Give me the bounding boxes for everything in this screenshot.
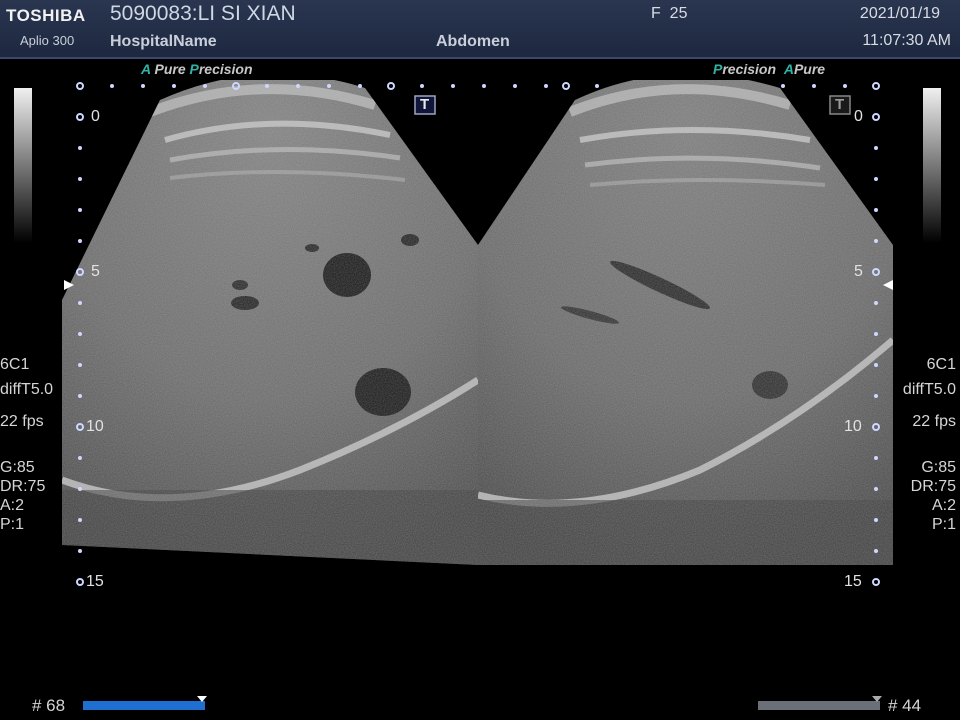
right-fps: 22 fps [912, 413, 956, 430]
left-depth-5: 5 [91, 263, 100, 280]
right-frame-number: # 44 [888, 696, 922, 715]
right-a-param: A:2 [931, 497, 956, 514]
right-depth-15: 15 [844, 573, 862, 590]
left-probe: 6C1 [0, 356, 30, 373]
right-depth-5: 5 [854, 263, 863, 280]
tag-precision: recision [722, 61, 780, 77]
right-t-marker-label: T [835, 96, 845, 113]
right-gain: G:85 [921, 459, 956, 476]
left-t-marker-label: T [420, 96, 430, 113]
left-depth-0: 0 [91, 108, 100, 125]
ultrasound-display [62, 80, 893, 710]
right-probe: 6C1 [926, 356, 956, 373]
tag-accent-p: P [189, 61, 199, 77]
left-frame-number: # 68 [32, 696, 66, 715]
right-mode: diffT5.0 [902, 381, 956, 398]
left-mode: diffT5.0 [0, 381, 54, 398]
grayscale-bar [14, 88, 32, 243]
left-depth-15: 15 [86, 573, 104, 590]
right-depth-0: 0 [854, 108, 863, 125]
tag-accent-a: A [783, 61, 794, 77]
right-cine-bar[interactable] [758, 701, 880, 710]
tag-precision: recision [198, 61, 253, 77]
left-gain: G:85 [0, 459, 35, 476]
tag-accent-a: A [141, 61, 151, 77]
left-cine-bar[interactable] [83, 701, 205, 710]
left-pure-precision-tag: A Pure Precision [141, 61, 253, 77]
right-precision-pure-tag: Precision APure [713, 61, 825, 77]
right-ultrasound-image [478, 80, 893, 586]
right-depth-10: 10 [844, 418, 862, 435]
tag-pure: Pure [150, 61, 190, 77]
tag-accent-p: P [713, 61, 723, 77]
left-fps: 22 fps [0, 413, 44, 430]
left-depth-10: 10 [86, 418, 104, 435]
tag-pure: Pure [793, 61, 826, 77]
left-a-param: A:2 [0, 497, 25, 514]
left-p-param: P:1 [0, 516, 25, 533]
grayscale-bar [923, 88, 941, 243]
right-p-param: P:1 [931, 516, 956, 533]
left-dynamic-range: DR:75 [0, 478, 46, 495]
right-dynamic-range: DR:75 [910, 478, 956, 495]
